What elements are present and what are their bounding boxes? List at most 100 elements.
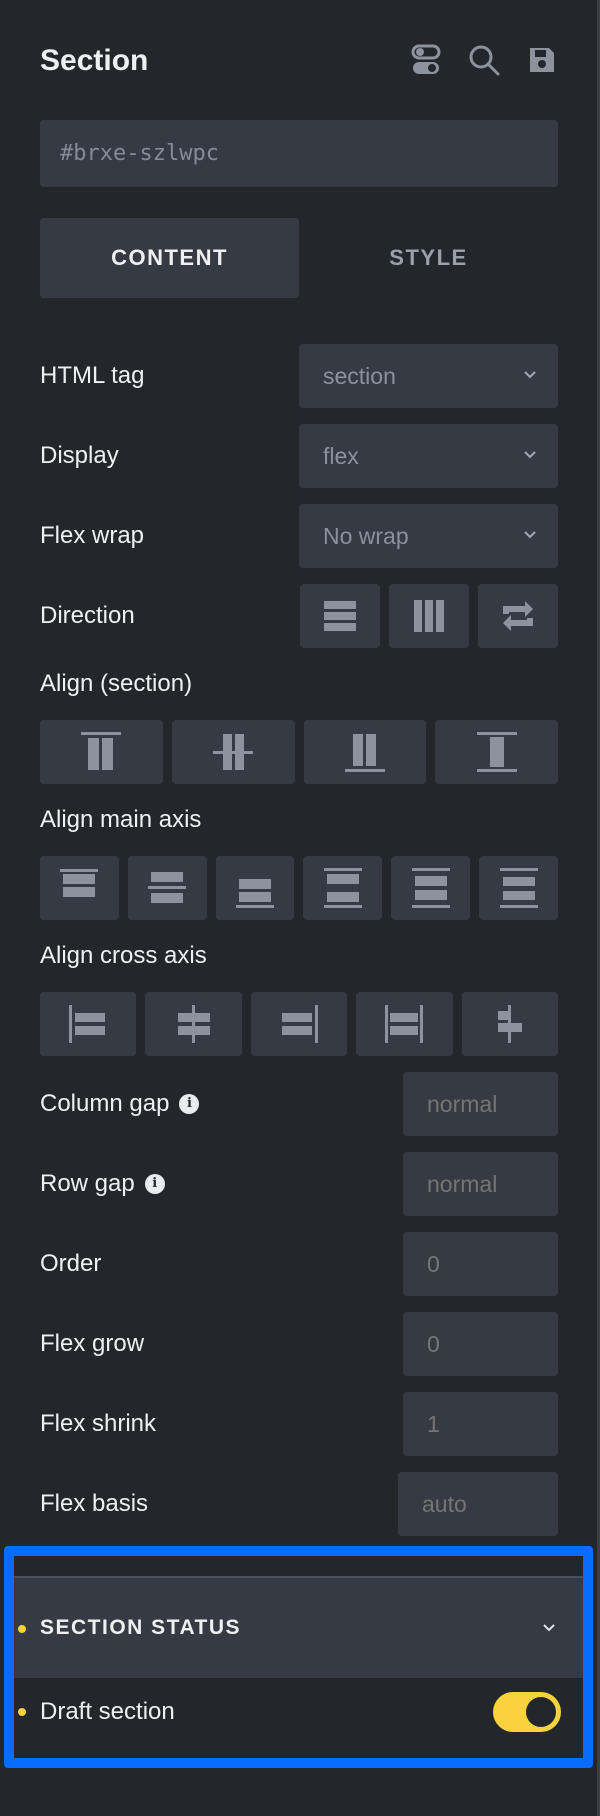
align-top-icon [81,732,122,770]
align-cross-start-button[interactable] [40,992,137,1056]
align-main-group [40,856,558,920]
display-label: Display [40,442,119,469]
column-gap-row: Column gap i [40,1072,558,1136]
section-status-title: SECTION STATUS [40,1616,242,1639]
display-select[interactable]: flex [299,424,558,488]
align-baseline-icon [497,1005,522,1043]
panel-title: Section [40,44,149,77]
align-cross-stretch-button[interactable] [356,992,453,1056]
flex-shrink-label: Flex shrink [40,1410,157,1437]
align-section-label: Align (section) [40,670,193,697]
align-center-icon [177,1005,210,1043]
row-gap-input[interactable] [403,1152,558,1216]
html-tag-select[interactable]: section [299,344,558,408]
column-gap-label: Column gap i [40,1072,200,1136]
align-cross-label: Align cross axis [40,942,207,969]
align-cross-center-button[interactable] [145,992,242,1056]
direction-label: Direction [40,602,135,629]
panel-header: Section [40,34,560,90]
align-start-icon [69,1005,106,1043]
align-section-group [40,720,558,784]
direction-row: Direction [40,584,558,648]
align-cross-baseline-button[interactable] [461,992,559,1056]
row-gap-row: Row gap i [40,1152,558,1216]
save-icon[interactable] [524,42,560,78]
direction-row-button[interactable] [389,584,469,648]
flex-grow-label: Flex grow [40,1330,145,1357]
justify-end-icon [236,879,275,908]
status-dot [18,1625,26,1633]
flex-grow-row: Flex grow [40,1312,558,1376]
display-value: flex [323,442,359,469]
flex-wrap-row: Flex wrap No wrap [40,504,558,568]
align-stretch-icon [476,732,517,772]
toggle-icon[interactable] [408,42,444,78]
justify-evenly-icon [499,868,538,908]
section-panel: Section #brxe-szlwpc CONTENT STYLE HTML … [0,0,600,1816]
justify-end-button[interactable] [215,856,295,920]
align-section-top-button[interactable] [40,720,163,784]
align-stretch-icon [385,1005,424,1043]
chevron-down-icon [543,1624,555,1632]
chevron-down-icon [524,451,536,459]
flex-basis-label: Flex basis [40,1490,149,1517]
row-gap-label: Row gap i [40,1152,165,1216]
direction-buttons [300,584,558,648]
draft-section-toggle[interactable] [493,1692,561,1732]
align-main-label: Align main axis [40,806,202,833]
section-status-header[interactable]: SECTION STATUS [14,1576,583,1678]
header-icons [408,42,560,78]
align-section-center-button[interactable] [171,720,295,784]
align-cross-end-button[interactable] [250,992,348,1056]
direction-reverse-button[interactable] [478,584,558,648]
align-section-stretch-button[interactable] [435,720,558,784]
chevron-down-icon [524,371,536,379]
search-icon[interactable] [466,42,502,78]
align-end-icon [282,1005,319,1043]
justify-between-icon [323,868,362,908]
align-bottom-icon [344,734,385,772]
html-tag-row: HTML tag section [40,344,558,408]
justify-evenly-button[interactable] [479,856,558,920]
flex-shrink-row: Flex shrink [40,1392,558,1456]
justify-start-icon [60,869,99,897]
justify-center-button[interactable] [127,856,207,920]
tab-content[interactable]: CONTENT [40,218,299,298]
draft-section-row: Draft section [14,1680,583,1758]
order-input[interactable] [403,1232,558,1296]
toggle-knob [526,1697,556,1727]
reverse-icon [503,601,533,631]
column-gap-text: Column gap [40,1090,170,1117]
align-section-bottom-button[interactable] [303,720,427,784]
justify-start-button[interactable] [40,856,119,920]
justify-center-icon [148,872,187,903]
order-label: Order [40,1250,102,1277]
chevron-down-icon [524,531,536,539]
info-icon[interactable]: i [144,1174,165,1194]
order-row: Order [40,1232,558,1296]
status-dot [18,1708,26,1716]
html-tag-label: HTML tag [40,362,145,389]
tab-style[interactable]: STYLE [299,218,558,298]
flex-shrink-input[interactable] [403,1392,558,1456]
flex-wrap-label: Flex wrap [40,522,145,549]
align-cross-group [40,992,559,1056]
column-icon [324,601,356,631]
row-gap-text: Row gap [40,1170,135,1197]
info-icon[interactable]: i [179,1094,200,1114]
direction-column-button[interactable] [300,584,380,648]
column-gap-input[interactable] [403,1072,558,1136]
align-center-icon [213,734,254,770]
flex-basis-row: Flex basis [40,1472,558,1536]
justify-between-button[interactable] [303,856,383,920]
css-id-field[interactable] [40,120,558,187]
justify-around-icon [411,868,450,908]
flex-wrap-select[interactable]: No wrap [299,504,558,568]
panel-tabs: CONTENT STYLE [40,218,558,298]
html-tag-value: section [323,362,396,389]
justify-around-button[interactable] [391,856,471,920]
display-row: Display flex [40,424,558,488]
flex-basis-input[interactable] [398,1472,558,1536]
flex-grow-input[interactable] [403,1312,558,1376]
flex-wrap-value: No wrap [323,522,409,549]
